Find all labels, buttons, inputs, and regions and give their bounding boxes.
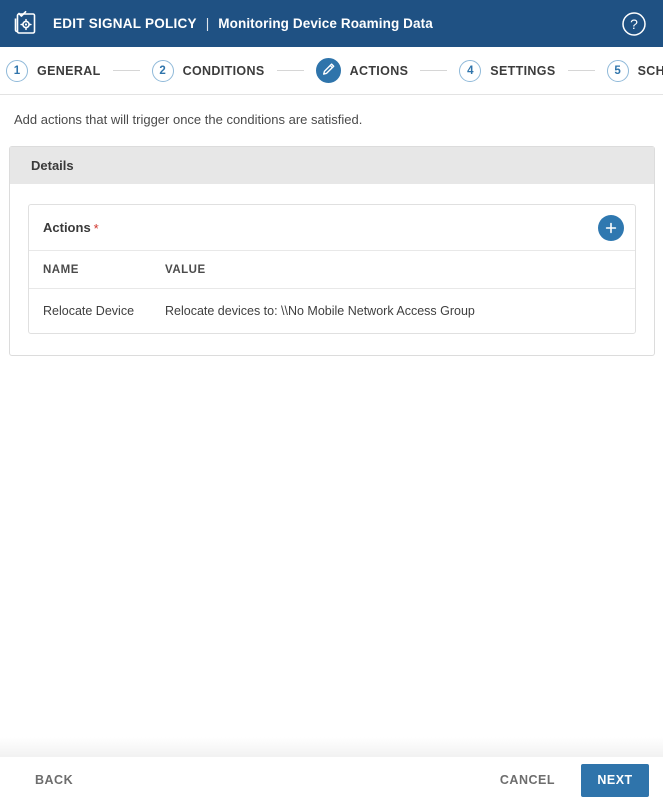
actions-table-head: NAME VALUE — [29, 251, 635, 289]
step-scheduling[interactable]: 5 SCHEDULING — [606, 59, 663, 82]
details-panel-title: Details — [31, 158, 74, 173]
svg-text:?: ? — [630, 16, 638, 32]
header-title-group: EDIT SIGNAL POLICY | Monitoring Device R… — [53, 16, 433, 31]
step-1-label: GENERAL — [37, 63, 101, 78]
plus-icon — [604, 221, 618, 235]
actions-field-label: Actions — [43, 220, 91, 235]
actions-table-body: Relocate Device Relocate devices to: \\N… — [29, 289, 635, 334]
actions-table: NAME VALUE Relocate Device Relocate devi… — [29, 251, 635, 333]
details-panel-body: Actions * NAME VALUE Relocate Device Rel… — [10, 184, 654, 355]
details-panel: Details Actions * NAME VALUE Relocate De… — [9, 146, 655, 356]
step-1-circle: 1 — [6, 59, 28, 82]
step-4-circle: 4 — [459, 59, 482, 82]
add-action-button[interactable] — [598, 214, 624, 241]
policy-document-gear-icon — [13, 10, 40, 37]
step-5-circle: 5 — [606, 59, 629, 82]
cell-action-name: Relocate Device — [43, 304, 135, 318]
actions-card: Actions * NAME VALUE Relocate Device Rel… — [28, 204, 636, 334]
step-connector — [567, 70, 595, 71]
column-header-value: VALUE — [165, 251, 635, 289]
step-3-label: ACTIONS — [349, 63, 409, 78]
step-connector — [420, 70, 448, 71]
table-row[interactable]: Relocate Device Relocate devices to: \\N… — [29, 289, 635, 334]
step-conditions[interactable]: 2 CONDITIONS — [151, 59, 265, 82]
back-button[interactable]: BACK — [35, 773, 73, 787]
step-actions[interactable]: ACTIONS — [315, 58, 409, 83]
actions-card-header: Actions * — [29, 205, 635, 251]
step-3-circle-active — [315, 58, 341, 83]
step-4-label: SETTINGS — [490, 63, 556, 78]
column-header-name: NAME — [29, 251, 165, 289]
footer-shadow — [0, 737, 663, 757]
step-connector — [112, 70, 140, 71]
step-connector — [276, 70, 304, 71]
step-2-circle: 2 — [151, 59, 174, 82]
intro-description: Add actions that will trigger once the c… — [14, 112, 363, 127]
wizard-footer: BACK CANCEL NEXT — [0, 757, 663, 803]
step-2-label: CONDITIONS — [182, 63, 265, 78]
step-settings[interactable]: 4 SETTINGS — [459, 59, 556, 82]
required-asterisk: * — [93, 221, 99, 236]
details-panel-header: Details — [10, 147, 654, 184]
step-general[interactable]: 1 GENERAL — [6, 59, 101, 82]
cancel-button[interactable]: CANCEL — [500, 773, 555, 787]
help-circle-icon[interactable]: ? — [621, 11, 647, 37]
page-title: EDIT SIGNAL POLICY — [53, 16, 197, 31]
step-5-label: SCHEDULING — [637, 63, 663, 78]
title-separator: | — [205, 16, 210, 31]
wizard-stepper: 1 GENERAL 2 CONDITIONS ACTIONS 4 SETTING… — [0, 47, 663, 95]
pencil-icon — [321, 62, 336, 80]
table-header-row: NAME VALUE — [29, 251, 635, 289]
next-button[interactable]: NEXT — [581, 763, 649, 797]
cell-action-value: Relocate devices to: \\No Mobile Network… — [165, 304, 475, 318]
app-header: EDIT SIGNAL POLICY | Monitoring Device R… — [0, 0, 663, 47]
page-subtitle: Monitoring Device Roaming Data — [218, 16, 433, 31]
